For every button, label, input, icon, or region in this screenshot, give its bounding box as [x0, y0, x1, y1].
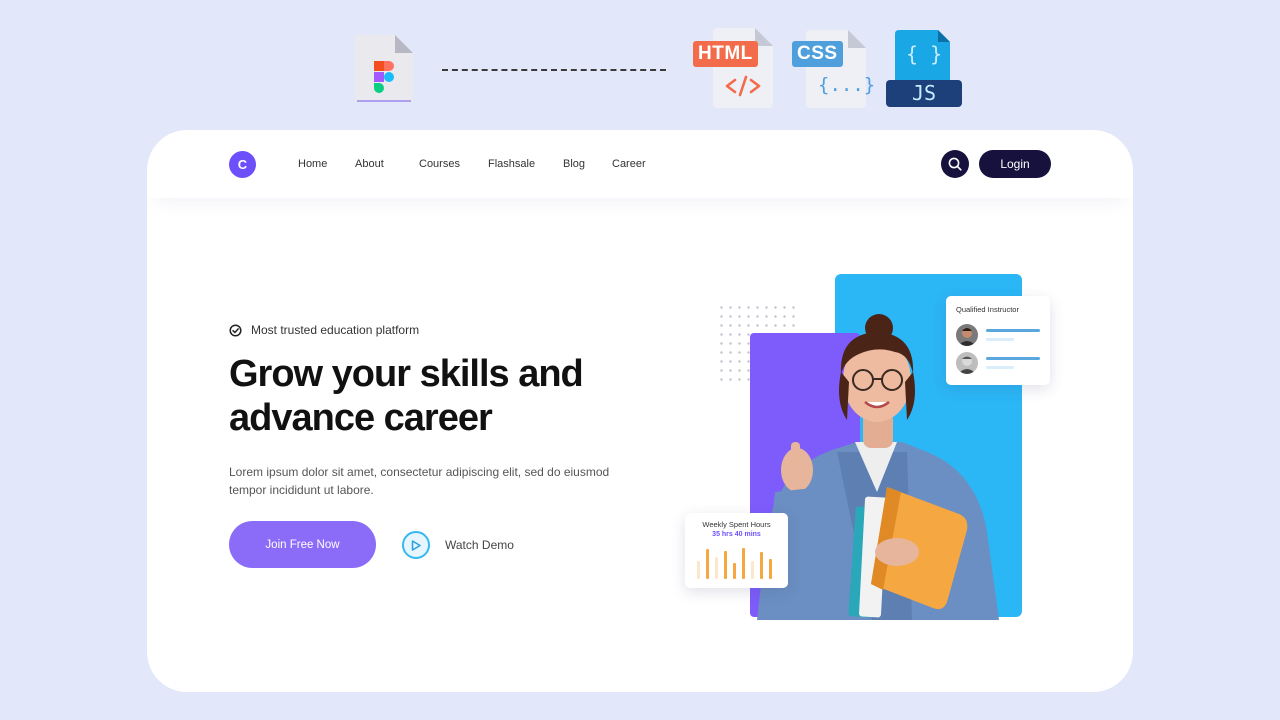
html-file-icon: HTML [693, 28, 773, 108]
chart-bar [706, 549, 709, 579]
logo-letter: C [237, 157, 248, 172]
watch-demo-link[interactable]: Watch Demo [402, 531, 514, 559]
nav-item-courses[interactable]: Courses [419, 158, 460, 170]
js-file-icon: { } JS [886, 30, 962, 108]
conversion-dashed-line [442, 69, 666, 71]
check-circle-icon [229, 323, 242, 337]
chart-bar [697, 561, 700, 579]
chart-bar [742, 548, 745, 579]
weekly-card-title: Weekly Spent Hours [702, 520, 771, 529]
trust-badge-text: Most trusted education platform [251, 323, 420, 337]
hero-description: Lorem ipsum dolor sit amet, consectetur … [229, 465, 610, 497]
css-file-icon: CSS {...} [792, 30, 875, 108]
js-braces: { } [906, 42, 943, 66]
nav-item-about[interactable]: About [355, 158, 384, 170]
instructor-avatar-1 [956, 324, 978, 346]
chart-bar [733, 563, 736, 579]
weekly-card-value: 35 hrs 40 mins [712, 531, 761, 538]
play-button[interactable] [402, 531, 430, 559]
html-tag: HTML [693, 41, 758, 67]
instructor-card-title: Qualified Instructor [956, 305, 1019, 314]
css-symbol: {...} [818, 74, 876, 96]
weekly-hours-card: Weekly Spent Hours 35 hrs 40 mins [685, 513, 788, 588]
login-button[interactable]: Login [979, 150, 1051, 178]
nav-item-flashsale[interactable]: Flashsale [488, 158, 535, 170]
instructor-bar-2a [986, 357, 1040, 360]
chart-bar [751, 561, 754, 579]
brand-logo[interactable]: C [229, 151, 256, 178]
trust-badge: Most trusted education platform [229, 323, 419, 337]
css-tag: CSS [792, 41, 843, 67]
join-free-button[interactable]: Join Free Now [229, 521, 376, 568]
search-icon [948, 157, 962, 171]
play-icon [411, 539, 421, 551]
instructor-bar-2b [986, 366, 1014, 369]
chart-bar [715, 557, 718, 579]
instructor-avatar-2 [956, 352, 978, 374]
hero-title: Grow your skills and advance career [229, 352, 649, 440]
search-button[interactable] [941, 150, 969, 178]
nav-item-career[interactable]: Career [612, 158, 646, 170]
figma-file-icon [355, 35, 413, 102]
chart-bar [760, 552, 763, 579]
hero-title-line-2: advance career [229, 397, 493, 439]
js-tag: JS [911, 81, 937, 105]
chart-bar [769, 559, 772, 579]
nav-item-blog[interactable]: Blog [563, 158, 585, 170]
instructor-bar-1a [986, 329, 1040, 332]
watch-demo-label: Watch Demo [445, 538, 514, 552]
instructor-bar-1b [986, 338, 1014, 341]
top-navbar: C Home About Courses Flashsale Blog Care… [147, 130, 1133, 198]
chart-bar [724, 551, 727, 579]
instructor-card: Qualified Instructor [946, 296, 1050, 385]
website-preview-card: C Home About Courses Flashsale Blog Care… [147, 130, 1133, 692]
hero-title-line-1: Grow your skills and [229, 353, 584, 395]
nav-item-home[interactable]: Home [298, 158, 327, 170]
